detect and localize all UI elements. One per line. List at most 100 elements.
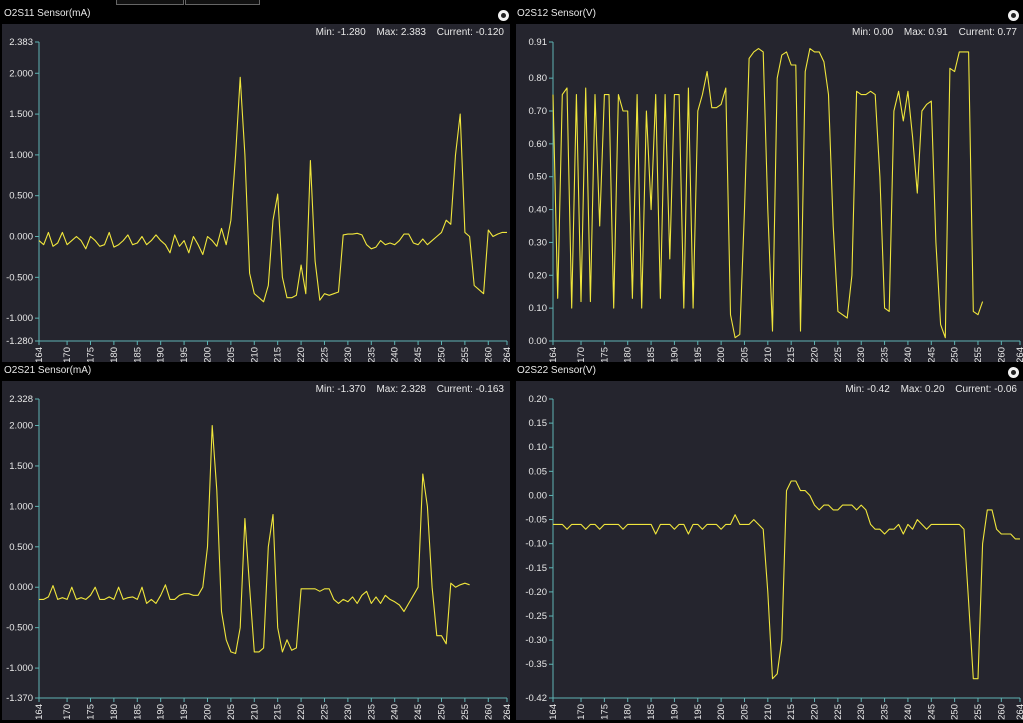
x-tick-label: 205 <box>226 704 237 720</box>
series-line <box>553 480 1020 680</box>
x-tick-label: 260 <box>483 704 494 720</box>
x-tick-label: 210 <box>763 704 774 720</box>
y-tick-label: 1.000 <box>9 150 33 161</box>
plot-area: Min: 0.00 Max: 0.91 Current: 0.77 0.91 0.… <box>516 24 1023 363</box>
x-tick-label: 210 <box>249 704 260 720</box>
chart-panel-o2s12: O2S12 Sensor(V) Min: 0.00 Max: 0.91 Curr… <box>513 5 1023 363</box>
x-tick-label: 255 <box>973 704 984 720</box>
line-chart: 0.91 0.80 0.70 0.60 0.50 0.40 0.30 0.20 0.10 0.00… <box>529 37 1023 363</box>
y-tick-label: -1.000 <box>6 663 33 674</box>
x-tick-label: 235 <box>880 347 891 363</box>
x-tick-label: 170 <box>576 347 587 363</box>
line-chart: 2.328 2.000 1.500 1.000 0.500 0.000 -0.500 -1.0… <box>6 394 510 720</box>
x-tick-label: 264 <box>502 704 510 720</box>
x-tick-label: 164 <box>548 704 559 720</box>
x-tick-label: 180 <box>623 347 634 363</box>
x-tick-label: 185 <box>646 704 657 720</box>
x-tick-label: 230 <box>343 347 354 363</box>
plot-area: Min: -0.42 Max: 0.20 Current: -0.06 0.20… <box>516 381 1023 720</box>
x-tick-label: 260 <box>483 347 494 363</box>
x-tick-label: 190 <box>669 704 680 720</box>
x-tick-label: 264 <box>502 347 510 363</box>
x-tick-label: 245 <box>413 347 424 363</box>
series-line <box>38 76 507 303</box>
x-tick-label: 170 <box>62 704 73 720</box>
chart-panel-o2s11: O2S11 Sensor(mA) Min: -1.280 Max: 2.383 … <box>0 5 513 363</box>
x-tick-label: 225 <box>319 704 330 720</box>
x-tick-label: 225 <box>833 704 844 720</box>
x-tick-label: 250 <box>436 704 447 720</box>
x-tick-label: 200 <box>202 704 213 720</box>
x-tick-label: 215 <box>273 704 284 720</box>
x-tick-label: 215 <box>786 347 797 363</box>
y-tick-label: -0.05 <box>525 515 547 526</box>
y-tick-label: 0.00 <box>529 490 548 501</box>
x-tick-label: 245 <box>926 704 937 720</box>
y-tick-label: 2.328 <box>9 394 33 405</box>
x-tick-label: 185 <box>132 347 143 363</box>
chart-settings-icon[interactable] <box>1008 367 1019 378</box>
chart-title: O2S22 Sensor(V) <box>517 365 596 376</box>
y-tick-label: 0.500 <box>9 542 33 553</box>
x-tick-label: 210 <box>763 347 774 363</box>
y-tick-label: -0.42 <box>525 693 547 704</box>
x-tick-label: 260 <box>996 347 1007 363</box>
line-chart: 2.383 2.000 1.500 1.000 0.500 0.000 -0.500 -1.0… <box>6 37 510 363</box>
x-tick-label: 250 <box>950 347 961 363</box>
x-tick-label: 240 <box>903 704 914 720</box>
y-tick-label: -0.35 <box>525 659 547 670</box>
chart-panel-o2s22: O2S22 Sensor(V) Min: -0.42 Max: 0.20 Cur… <box>513 362 1023 723</box>
series-line <box>39 424 470 655</box>
x-tick-label: 225 <box>319 347 330 363</box>
y-tick-label: 2.383 <box>9 37 33 48</box>
y-tick-label: 0.40 <box>529 205 548 216</box>
x-tick-label: 250 <box>950 704 961 720</box>
y-tick-label: 0.15 <box>529 418 548 429</box>
x-tick-label: 255 <box>973 347 984 363</box>
x-tick-label: 264 <box>1015 704 1023 720</box>
x-tick-label: 185 <box>132 704 143 720</box>
x-tick-label: 235 <box>880 704 891 720</box>
y-tick-label: 0.20 <box>529 270 548 281</box>
x-tick-label: 175 <box>599 347 610 363</box>
x-tick-label: 240 <box>903 347 914 363</box>
x-tick-label: 264 <box>1015 347 1023 363</box>
x-tick-label: 185 <box>646 347 657 363</box>
x-tick-label: 245 <box>413 704 424 720</box>
y-tick-label: 0.80 <box>529 73 548 84</box>
chart-settings-icon[interactable] <box>1008 10 1019 21</box>
y-tick-label: 2.000 <box>9 68 33 79</box>
y-tick-label: 0.000 <box>9 232 33 243</box>
y-tick-label: -1.000 <box>6 313 33 324</box>
x-tick-label: 210 <box>249 347 260 363</box>
plot-area: Min: -1.370 Max: 2.328 Current: -0.163 2… <box>2 381 510 720</box>
series-line <box>552 48 984 339</box>
x-tick-label: 180 <box>109 704 120 720</box>
y-tick-label: 0.30 <box>529 237 548 248</box>
chart-panel-o2s21: O2S21 Sensor(mA) Min: -1.370 Max: 2.328 … <box>0 362 513 723</box>
x-tick-label: 220 <box>810 347 821 363</box>
x-tick-label: 175 <box>85 347 96 363</box>
y-tick-label: -0.20 <box>525 587 547 598</box>
x-tick-label: 220 <box>296 704 307 720</box>
y-tick-label: 0.500 <box>9 191 33 202</box>
x-tick-label: 180 <box>623 704 634 720</box>
x-tick-label: 170 <box>576 704 587 720</box>
y-tick-label: 0.60 <box>529 139 548 150</box>
y-tick-label: -1.280 <box>6 336 33 347</box>
y-tick-label: -0.500 <box>6 623 33 634</box>
x-tick-label: 215 <box>786 704 797 720</box>
x-tick-label: 164 <box>548 347 559 363</box>
x-tick-label: 205 <box>226 347 237 363</box>
x-tick-label: 180 <box>109 347 120 363</box>
y-tick-label: 0.00 <box>529 336 548 347</box>
x-tick-label: 245 <box>926 347 937 363</box>
chart-settings-icon[interactable] <box>498 10 509 21</box>
y-tick-label: 0.000 <box>9 582 33 593</box>
y-tick-label: -0.30 <box>525 635 547 646</box>
y-tick-label: -0.15 <box>525 563 547 574</box>
x-tick-label: 240 <box>390 704 401 720</box>
x-tick-label: 205 <box>739 347 750 363</box>
x-tick-label: 260 <box>996 704 1007 720</box>
x-tick-label: 175 <box>599 704 610 720</box>
